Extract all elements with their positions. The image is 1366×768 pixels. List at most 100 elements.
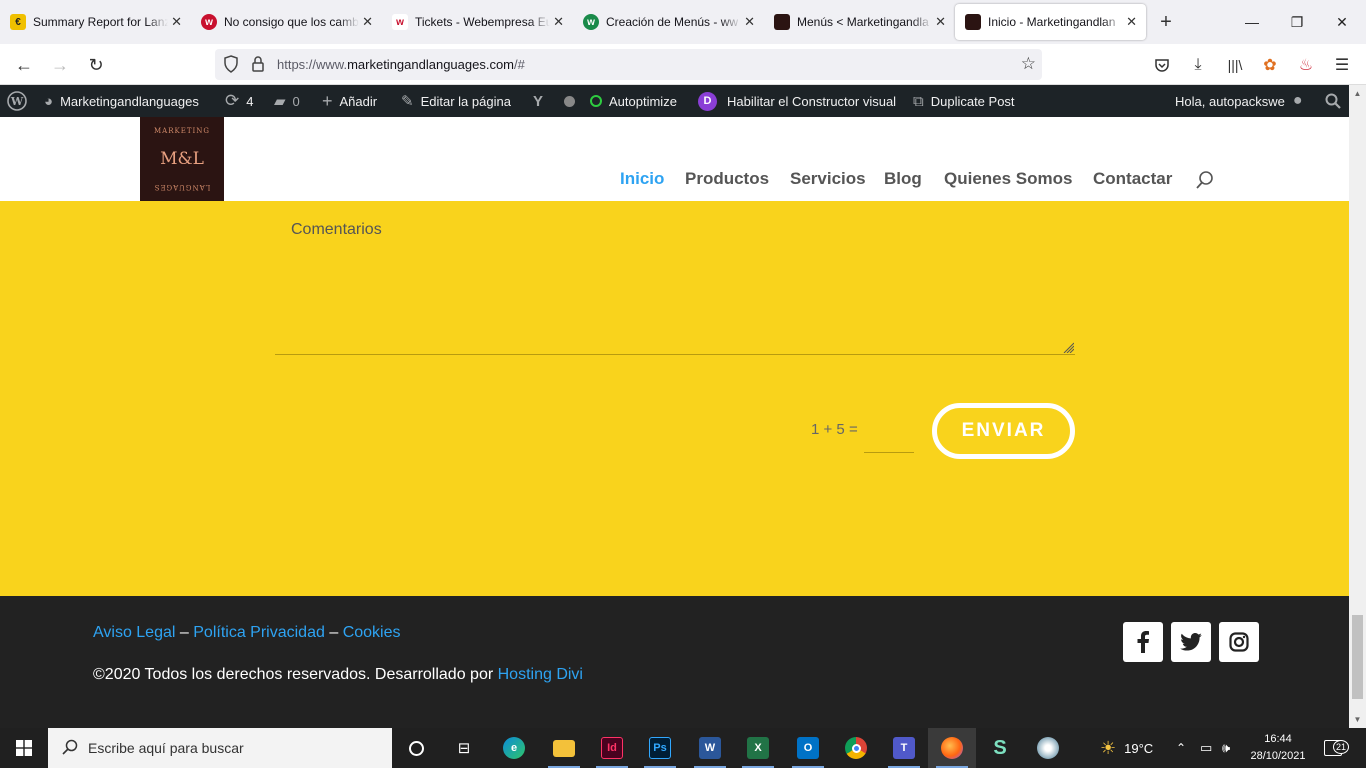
aviso-legal-link[interactable]: Aviso Legal: [93, 624, 175, 641]
autoptimize-status-icon: [590, 95, 602, 107]
cortana-icon[interactable]: [392, 728, 440, 768]
volume-icon[interactable]: 🕪: [1222, 728, 1230, 768]
submit-button[interactable]: ENVIAR: [932, 403, 1075, 459]
menu-item-blog[interactable]: Blog: [884, 169, 922, 189]
minimize-button[interactable]: —: [1228, 0, 1276, 44]
menu-item-contactar[interactable]: Contactar: [1093, 169, 1172, 189]
scroll-down-arrow-icon[interactable]: ▼: [1349, 711, 1366, 728]
edge-icon[interactable]: e: [490, 728, 538, 768]
wp-edit-page[interactable]: ✎ Editar la página: [401, 85, 511, 117]
restore-button[interactable]: ❐: [1273, 0, 1321, 44]
menu-item-quienes-somos[interactable]: Quienes Somos: [944, 169, 1072, 189]
menu-item-servicios[interactable]: Servicios: [790, 169, 866, 189]
teams-icon[interactable]: T: [880, 728, 928, 768]
close-icon[interactable]: ✕: [1126, 14, 1137, 30]
notifications-icon[interactable]: 21: [1324, 728, 1350, 768]
paint-icon[interactable]: [1024, 728, 1072, 768]
shield-icon[interactable]: [223, 55, 239, 78]
tab-tickets[interactable]: w Tickets - Webempresa Eu ✕: [382, 0, 573, 44]
url-bar[interactable]: https://www.marketingandlanguages.com/# …: [215, 49, 1042, 80]
visual-builder-label: Habilitar el Constructor visual: [727, 93, 897, 109]
word-icon[interactable]: W: [686, 728, 734, 768]
wp-site-name[interactable]: ◕ Marketingandlanguages: [44, 85, 199, 117]
scroll-up-arrow-icon[interactable]: ▲: [1349, 85, 1366, 102]
hosting-divi-link[interactable]: Hosting Divi: [498, 666, 583, 683]
wp-duplicate-post[interactable]: ⧉ Duplicate Post: [913, 85, 1015, 117]
close-icon[interactable]: ✕: [553, 14, 564, 30]
menu-item-productos[interactable]: Productos: [685, 169, 769, 189]
wordpress-logo-icon[interactable]: W: [7, 85, 27, 117]
menu-hamburger-icon[interactable]: ☰: [1328, 52, 1356, 78]
extension-red-icon[interactable]: ♨: [1292, 52, 1320, 78]
back-button[interactable]: ←: [10, 52, 38, 78]
window-close-button[interactable]: ✕: [1318, 0, 1366, 44]
tab-no-consigo[interactable]: w No consigo que los camb ✕: [191, 0, 382, 44]
firefox-icon[interactable]: [928, 728, 976, 768]
navigation-bar: ← → ↻ https://www.marketingandlanguages.…: [0, 44, 1366, 85]
downloads-icon[interactable]: ⤓: [1184, 52, 1212, 78]
wp-comments[interactable]: ▰ 0: [274, 85, 300, 117]
tab-favicon: €: [10, 14, 26, 30]
resize-handle-icon[interactable]: [1062, 341, 1074, 353]
excel-icon[interactable]: X: [734, 728, 782, 768]
wp-autoptimize[interactable]: Autoptimize: [590, 85, 677, 117]
forward-button[interactable]: →: [46, 52, 74, 78]
close-icon[interactable]: ✕: [935, 14, 946, 30]
facebook-icon[interactable]: [1123, 622, 1163, 662]
search-icon[interactable]: [1196, 171, 1214, 194]
page-scrollbar[interactable]: ▲ ▼: [1349, 85, 1366, 728]
wp-admin-bar: W ◕ Marketingandlanguages ⟳ 4 ▰ 0 + Añad…: [0, 85, 1349, 117]
wp-add-new[interactable]: + Añadir: [322, 85, 377, 117]
outlook-icon[interactable]: O: [784, 728, 832, 768]
tab-creacion-menus[interactable]: w Creación de Menús - ww ✕: [573, 0, 764, 44]
seo-status-dot-icon: [564, 95, 576, 107]
url-text[interactable]: https://www.marketingandlanguages.com/#: [277, 57, 525, 72]
yoast-icon[interactable]: Y: [533, 85, 576, 117]
extension-flower-icon[interactable]: ✿: [1256, 52, 1284, 78]
lock-icon[interactable]: [251, 56, 265, 77]
reload-button[interactable]: ↻: [82, 52, 110, 78]
wp-visual-builder[interactable]: D Habilitar el Constructor visual: [698, 85, 896, 117]
tab-summary-report[interactable]: € Summary Report for Lanz ✕: [0, 0, 191, 44]
menu-item-inicio[interactable]: Inicio: [620, 169, 664, 189]
privacidad-link[interactable]: Política Privacidad: [193, 624, 325, 641]
weather-widget[interactable]: ☀ 19°C: [1100, 728, 1153, 768]
close-icon[interactable]: ✕: [744, 14, 755, 30]
divi-icon: D: [698, 91, 717, 111]
tab-menus-marketing[interactable]: Menús < Marketingandla ✕: [764, 0, 955, 44]
wp-search-icon[interactable]: [1325, 85, 1341, 117]
pocket-icon[interactable]: [1148, 52, 1176, 78]
tab-label: Inicio - Marketingandlan: [988, 15, 1116, 29]
photoshop-icon[interactable]: Ps: [636, 728, 684, 768]
task-view-icon[interactable]: ⊟: [440, 728, 488, 768]
new-tab-button[interactable]: +: [1148, 4, 1184, 40]
bookmark-star-icon[interactable]: ☆: [1021, 54, 1036, 74]
close-icon[interactable]: ✕: [362, 14, 373, 30]
file-explorer-icon[interactable]: [540, 728, 588, 768]
tab-inicio-active[interactable]: Inicio - Marketingandlan ✕: [955, 4, 1146, 40]
scroll-thumb[interactable]: [1352, 615, 1363, 699]
library-icon[interactable]: |||\: [1221, 52, 1249, 78]
windows-start-icon[interactable]: [0, 728, 48, 768]
updates-icon: ⟳: [225, 91, 240, 110]
comments-textarea[interactable]: [275, 211, 1075, 355]
close-icon[interactable]: ✕: [171, 14, 182, 30]
cookies-link[interactable]: Cookies: [343, 624, 401, 641]
chrome-icon[interactable]: [832, 728, 880, 768]
show-hidden-icons-icon[interactable]: ⌃: [1176, 728, 1186, 768]
wp-updates[interactable]: ⟳ 4: [225, 85, 253, 117]
indesign-icon[interactable]: Id: [588, 728, 636, 768]
instagram-icon[interactable]: [1219, 622, 1259, 662]
comments-placeholder: Comentarios: [291, 221, 382, 238]
captcha-input[interactable]: [864, 415, 914, 453]
updates-count: 4: [246, 93, 254, 109]
edit-page-label: Editar la página: [420, 93, 511, 109]
clock-time: 16:44: [1264, 733, 1292, 745]
site-logo[interactable]: MARKETING M&L LANGUAGES: [140, 117, 224, 201]
system-clock[interactable]: 16:44 28/10/2021: [1248, 731, 1308, 765]
twitter-icon[interactable]: [1171, 622, 1211, 662]
wp-account[interactable]: Hola, autopackswe ●: [1175, 85, 1303, 117]
network-icon[interactable]: ▭: [1200, 728, 1212, 768]
taskbar-search-box[interactable]: Escribe aquí para buscar: [48, 728, 392, 768]
app-s-icon[interactable]: S: [976, 728, 1024, 768]
